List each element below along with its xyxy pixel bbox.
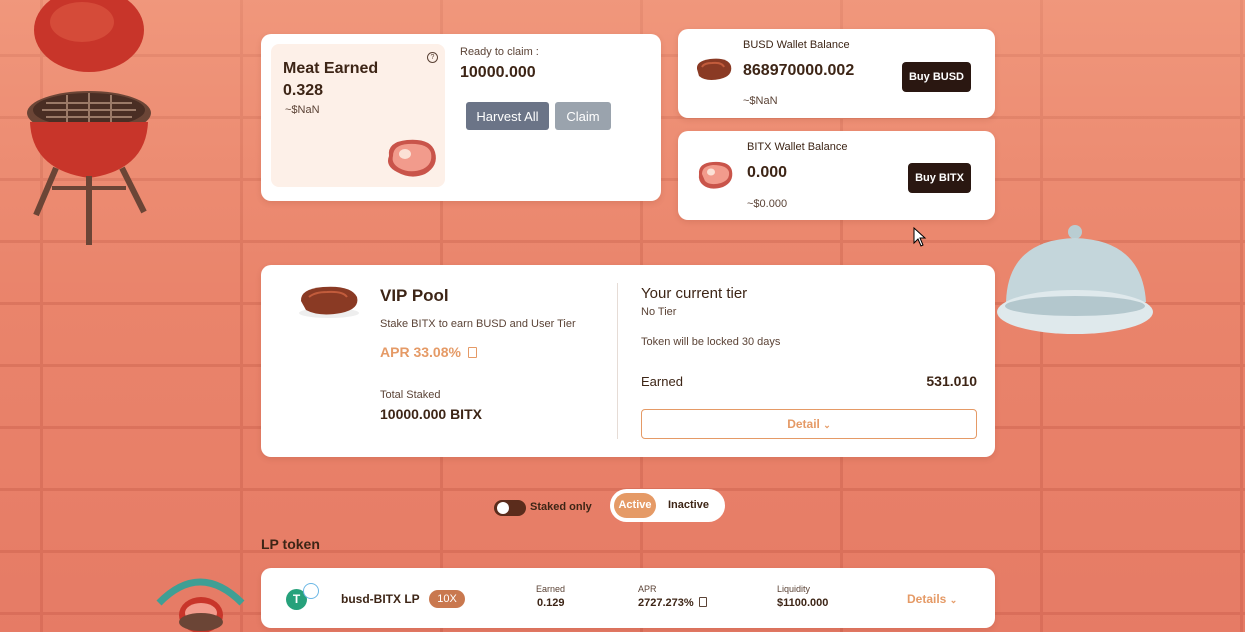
buy-busd-button[interactable]: Buy BUSD (901, 62, 971, 92)
lp-name: busd-BITX LP (341, 592, 420, 606)
calculator-icon[interactable] (698, 597, 707, 607)
vip-apr: APR 33.08% (380, 344, 477, 360)
active-tab[interactable]: Active (614, 493, 656, 518)
cloche-illustration (997, 225, 1153, 334)
lock-info: Token will be locked 30 days (641, 336, 781, 348)
busd-wallet-card: BUSD Wallet Balance 868970000.002 ~$NaN … (678, 29, 995, 118)
bitx-wallet-usd: ~$0.000 (747, 198, 788, 210)
detail-label: Detail (787, 417, 820, 431)
ready-to-claim-label: Ready to claim : (460, 46, 539, 58)
active-inactive-switch: Active Inactive (610, 489, 725, 522)
cursor-icon (913, 227, 927, 247)
busd-wallet-amount: 868970000.002 (743, 62, 855, 79)
bitx-wallet-card: BITX Wallet Balance 0.000 ~$0.000 Buy BI… (678, 131, 995, 220)
bitx-wallet-label: BITX Wallet Balance (747, 141, 848, 153)
current-tier-title: Your current tier (641, 285, 748, 302)
vip-pool-title: VIP Pool (380, 286, 449, 305)
lp-apr: 2727.273% (638, 597, 707, 609)
calculator-icon[interactable] (467, 347, 477, 358)
buy-bitx-button[interactable]: Buy BITX (908, 163, 971, 193)
meat-icon (299, 286, 359, 318)
steak-icon (698, 161, 733, 189)
steak-icon (388, 139, 436, 177)
meat-earned-card: Meat Earned 0.328 ~$NaN ? Ready to claim… (261, 34, 661, 201)
chevron-down-icon: ⌄ (823, 420, 831, 430)
vip-divider (617, 283, 618, 439)
meat-earned-title: Meat Earned (283, 60, 379, 77)
toggle-knob (497, 502, 509, 514)
bitx-wallet-amount: 0.000 (747, 164, 788, 181)
current-tier-value: No Tier (641, 306, 677, 318)
lp-apr-label: APR (638, 584, 657, 594)
ready-to-claim-value: 10000.000 (460, 64, 536, 81)
multiplier-badge: 10X (429, 590, 465, 608)
lp-earned-label: Earned (536, 584, 566, 594)
lp-earned-value: 0.129 (537, 597, 565, 609)
bitx-token-icon (303, 583, 319, 599)
meat-earned-usd: ~$NaN (285, 104, 320, 116)
claim-button[interactable]: Claim (555, 102, 611, 130)
lp-liquidity-value: $1100.000 (777, 597, 829, 609)
inactive-tab[interactable]: Inactive (668, 499, 709, 511)
vip-apr-value: APR 33.08% (380, 344, 461, 360)
help-icon[interactable]: ? (427, 52, 438, 63)
harvest-all-button[interactable]: Harvest All (466, 102, 549, 130)
busd-wallet-usd: ~$NaN (743, 95, 778, 107)
chevron-down-icon: ⌄ (949, 595, 958, 605)
meat-earned-panel: Meat Earned 0.328 ~$NaN ? (271, 44, 445, 187)
total-staked-value: 10000.000 BITX (380, 406, 482, 422)
staked-only-toggle[interactable] (494, 500, 526, 516)
lp-token-heading: LP token (261, 536, 320, 552)
meat-earned-amount: 0.328 (283, 82, 324, 99)
lp-liquidity-label: Liquidity (777, 584, 811, 594)
earned-label: Earned (641, 374, 683, 389)
detail-button[interactable]: Detail ⌄ (641, 409, 977, 439)
lp-apr-value: 2727.273% (638, 597, 694, 609)
lp-token-row: T busd-BITX LP 10X Earned 0.129 APR 2727… (261, 568, 995, 628)
vip-pool-description: Stake BITX to earn BUSD and User Tier (380, 318, 576, 330)
lp-details-label: Details (907, 592, 947, 606)
staked-only-label: Staked only (530, 501, 592, 513)
busd-wallet-label: BUSD Wallet Balance (743, 39, 850, 51)
steak-grill-illustration (156, 578, 245, 632)
vip-pool-card: VIP Pool Stake BITX to earn BUSD and Use… (261, 265, 995, 457)
earned-value: 531.010 (926, 373, 977, 389)
grill-illustration (27, 0, 151, 245)
total-staked-label: Total Staked (380, 389, 441, 401)
meat-icon (696, 58, 732, 80)
lp-details-button[interactable]: Details ⌄ (907, 592, 957, 606)
